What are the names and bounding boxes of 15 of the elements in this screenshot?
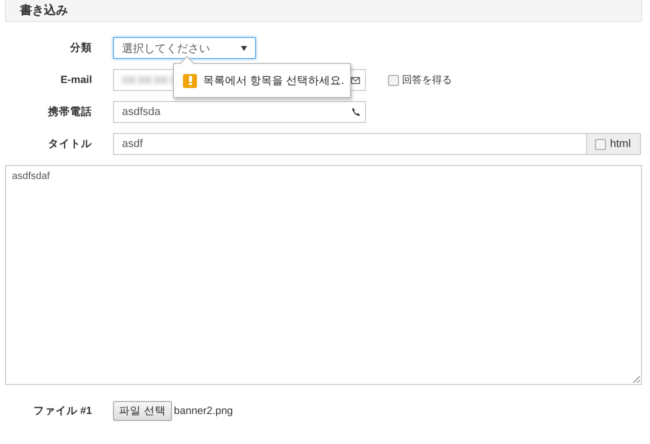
field-label: E-mail <box>59 74 92 86</box>
file-choose-button[interactable]: 파일 선택 <box>113 401 172 421</box>
field-label: 分類 <box>68 41 92 55</box>
field-label: 携帯電話 <box>46 105 92 119</box>
body-textarea[interactable]: asdfsdaf <box>5 165 642 385</box>
tooltip-text: 목록에서 항목을 선택하세요. <box>203 74 344 88</box>
checkbox-label: html <box>610 138 631 150</box>
phone-field[interactable]: asdfsda <box>113 101 366 123</box>
file-name: banner2.png <box>174 405 233 417</box>
checkbox-label: 回答を得る <box>402 74 452 87</box>
field-label: タイトル <box>47 137 92 151</box>
field-label: ファイル #1 <box>32 404 92 418</box>
category-select[interactable]: 選択してください <box>113 37 256 59</box>
title-field[interactable]: asdf <box>113 133 587 155</box>
section-title: 書き込み <box>20 3 69 17</box>
